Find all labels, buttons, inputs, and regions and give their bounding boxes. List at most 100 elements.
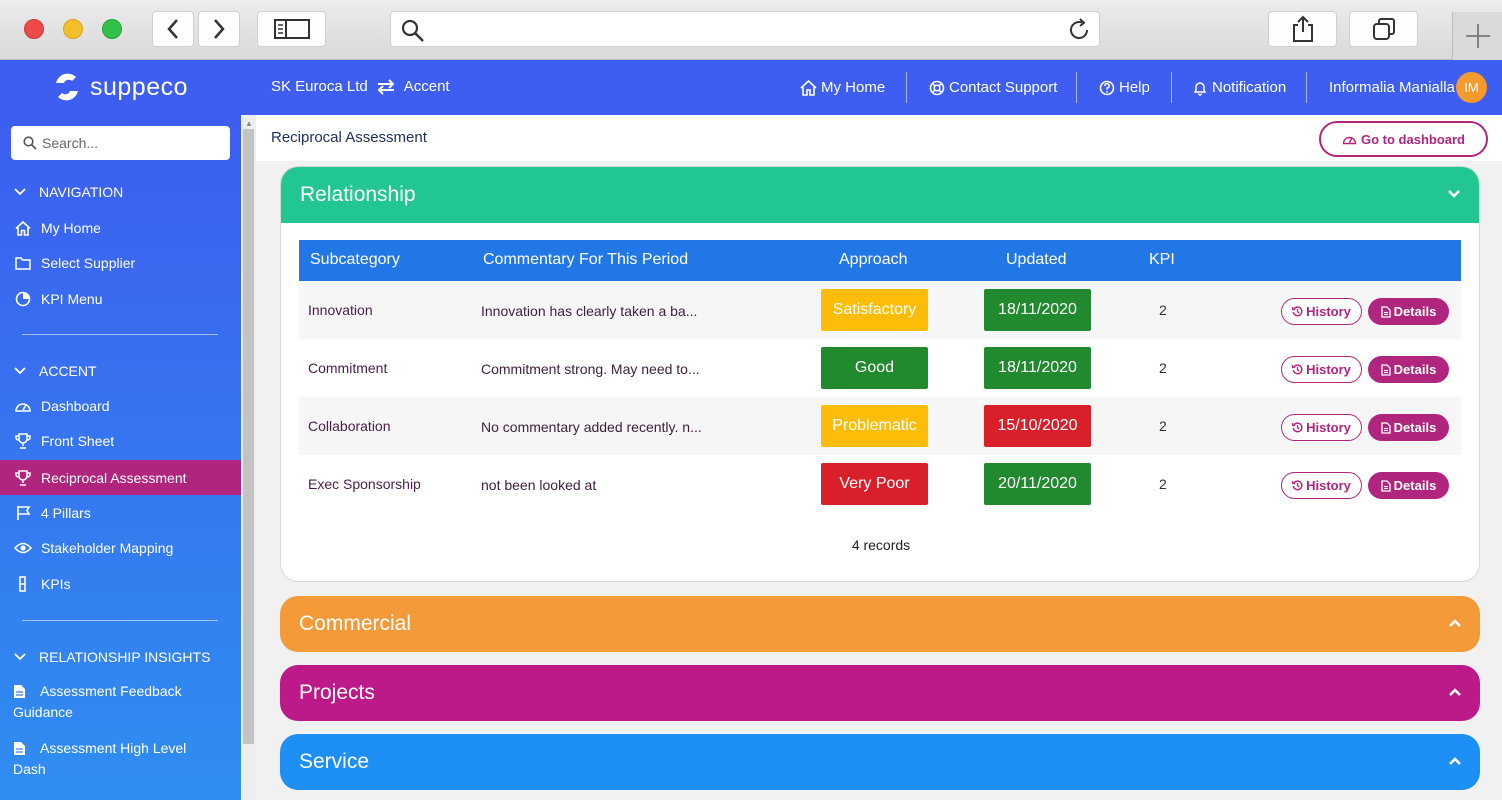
kpi-cell: 2 [1159,302,1167,318]
commentary-cell: No commentary added recently. n... [481,419,702,435]
sidebar-item-select-supplier[interactable]: Select Supplier [0,251,241,275]
history-icon [1292,364,1303,375]
chevron-down-icon [14,653,26,661]
subcategory-cell: Commitment [308,360,388,376]
updated-badge: 18/11/2020 [984,347,1091,389]
sidebar-item-4-pillars[interactable]: 4 Pillars [0,501,241,525]
sidebar-item-kpis[interactable]: KPIs [0,572,241,596]
history-button[interactable]: History [1281,298,1362,325]
header-contact-support-link[interactable]: Contact Support [929,60,1057,115]
sidebar-item-assessment-high-level-dash[interactable]: Assessment High Level Dash [0,738,241,784]
document-icon [14,685,25,698]
reload-icon[interactable] [1067,18,1091,42]
breadcrumb: Reciprocal Assessment [271,129,427,146]
approach-badge: Problematic [821,405,928,447]
close-window-button[interactable] [24,19,44,39]
user-name: Informalia Manialla [1329,79,1455,96]
sidebar-item-dashboard[interactable]: Dashboard [0,394,241,418]
gauge-icon [1342,136,1357,145]
go-to-dashboard-button[interactable]: Go to dashboard [1319,121,1488,157]
avatar[interactable]: IM [1456,72,1487,103]
chevron-down-icon[interactable] [1447,189,1461,199]
app-header: suppeco SK Euroca Ltd Accent My Home Con… [0,60,1502,115]
relationship-panel: Relationship Subcategory Commentary For … [280,166,1480,582]
section-navigation[interactable]: NAVIGATION [13,184,123,200]
table-header: Subcategory Commentary For This Period A… [299,240,1461,281]
tabs-button[interactable] [1349,11,1418,47]
sidebar-scrollbar[interactable]: ▲ [241,115,256,800]
details-button[interactable]: Details [1368,414,1449,441]
panel-title: Relationship [300,183,416,206]
question-circle-icon [1099,80,1115,95]
chevron-up-icon[interactable] [1448,687,1462,697]
document-icon [14,742,25,755]
table-row: Collaboration No commentary added recent… [299,397,1461,455]
history-button[interactable]: History [1281,356,1362,383]
column-header[interactable]: KPI [1149,251,1175,269]
scrollbar-thumb[interactable] [243,129,254,744]
commentary-cell: Commitment strong. May need to... [481,361,700,377]
share-button[interactable] [1268,11,1337,47]
company-switcher[interactable]: SK Euroca Ltd Accent [271,78,450,95]
chevron-up-icon[interactable] [1448,618,1462,628]
suppeco-logo[interactable]: suppeco [52,71,188,103]
table-row: Commitment Commitment strong. May need t… [299,339,1461,397]
file-icon [1381,363,1391,376]
eye-icon [14,542,32,554]
minimize-window-button[interactable] [63,19,83,39]
details-button[interactable]: Details [1368,298,1449,325]
kpi-cell: 2 [1159,476,1167,492]
column-header[interactable]: Approach [839,251,908,269]
header-my-home-link[interactable]: My Home [800,60,885,115]
history-icon [1292,480,1303,491]
updated-badge: 20/11/2020 [984,463,1091,505]
subcategory-cell: Exec Sponsorship [308,476,421,492]
service-panel-header[interactable]: Service [280,734,1480,790]
kpi-cell: 2 [1159,418,1167,434]
history-button[interactable]: History [1281,414,1362,441]
maximize-window-button[interactable] [102,19,122,39]
commercial-panel-header[interactable]: Commercial [280,596,1480,652]
sidebar-item-my-home[interactable]: My Home [0,216,241,240]
address-bar[interactable] [390,11,1100,47]
service-panel: Service [280,734,1480,790]
updated-badge: 15/10/2020 [984,405,1091,447]
sidebar-item-front-sheet[interactable]: Front Sheet [0,429,241,453]
column-header[interactable]: Subcategory [310,251,400,269]
back-button[interactable] [152,11,194,47]
projects-panel-header[interactable]: Projects [280,665,1480,721]
user-menu[interactable]: Informalia Manialla [1329,60,1455,115]
bar-icon [19,576,26,592]
sidebar-item-kpi-menu[interactable]: KPI Menu [0,287,241,311]
history-button[interactable]: History [1281,472,1362,499]
relationship-panel-header[interactable]: Relationship [281,167,1479,223]
flag-icon [16,506,30,520]
new-tab-button[interactable] [1452,12,1502,60]
trophy-icon [15,433,31,449]
header-help-link[interactable]: Help [1099,60,1150,115]
plus-icon [1465,24,1490,48]
pie-chart-icon [15,291,31,307]
chevron-up-icon[interactable] [1448,756,1462,766]
panel-title: Commercial [299,612,412,635]
details-button[interactable]: Details [1368,356,1449,383]
column-header[interactable]: Updated [1006,251,1067,269]
lifebuoy-icon [929,80,945,95]
panel-title: Service [299,750,370,773]
sidebar-toggle-button[interactable] [257,11,326,47]
section-relationship-insights[interactable]: RELATIONSHIP INSIGHTS [13,649,210,665]
approach-badge: Good [821,347,928,389]
sidebar-search-input[interactable]: Search... [11,126,230,160]
forward-button[interactable] [198,11,240,47]
sidebar-item-assessment-feedback-guidance[interactable]: Assessment Feedback Guidance [0,681,241,727]
column-header[interactable]: Commentary For This Period [483,251,688,269]
home-icon [15,220,31,236]
approach-badge: Very Poor [821,463,928,505]
home-icon [800,79,817,96]
details-button[interactable]: Details [1368,472,1449,499]
table-row: Innovation Innovation has clearly taken … [299,281,1461,339]
sidebar-item-stakeholder-mapping[interactable]: Stakeholder Mapping [0,536,241,560]
sidebar-item-reciprocal-assessment[interactable]: Reciprocal Assessment [0,460,241,495]
header-notification-link[interactable]: Notification [1192,60,1286,115]
section-accent[interactable]: ACCENT [13,363,97,379]
